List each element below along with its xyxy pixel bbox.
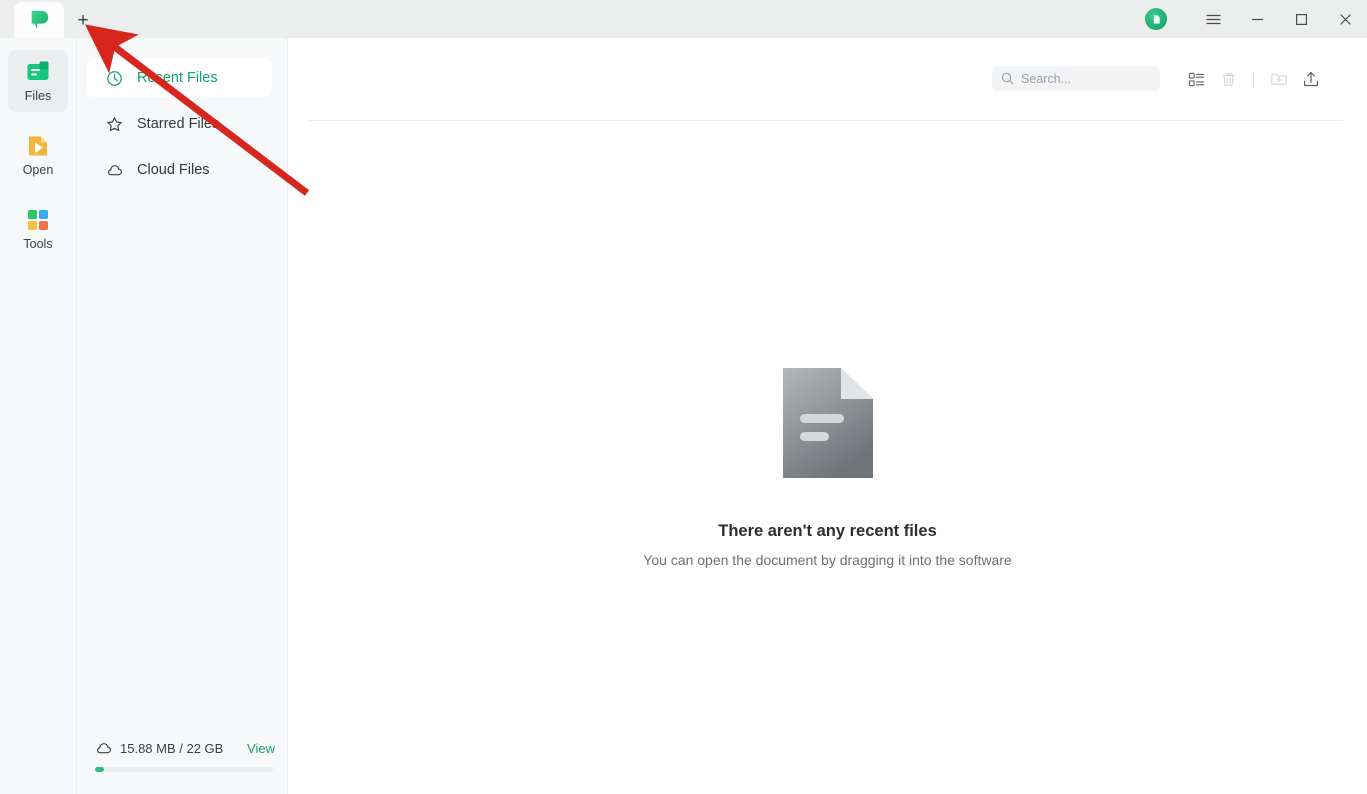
content-toolbar bbox=[288, 38, 1367, 120]
app-window: + Files Open Tools Recent Files Starred … bbox=[0, 0, 1367, 794]
rail-item-label: Open bbox=[22, 163, 54, 178]
new-tab-plus-button[interactable]: + bbox=[72, 9, 94, 31]
app-logo-tab[interactable] bbox=[14, 2, 64, 38]
sidebar-item-label: Starred Files bbox=[137, 116, 220, 132]
empty-state-subtitle: You can open the document by dragging it… bbox=[643, 552, 1012, 568]
toolbar-divider bbox=[1253, 71, 1254, 87]
rail-item-label: Tools bbox=[23, 237, 53, 252]
rail-item-files[interactable]: Files bbox=[8, 50, 68, 112]
open-icon bbox=[25, 133, 51, 159]
storage-view-link[interactable]: View bbox=[247, 741, 275, 756]
storage-progress-fill bbox=[95, 767, 104, 772]
list-view-icon bbox=[1188, 71, 1205, 88]
nav-panel: Recent Files Starred Files Cloud Files 1… bbox=[77, 38, 288, 794]
main-content: There aren't any recent files You can op… bbox=[288, 38, 1367, 794]
toolbar-separator bbox=[308, 120, 1343, 121]
upload-button[interactable] bbox=[1295, 65, 1327, 93]
delete-button[interactable] bbox=[1212, 65, 1244, 93]
minimize-icon bbox=[1250, 12, 1265, 27]
trash-icon bbox=[1220, 71, 1237, 88]
cloud-icon bbox=[95, 740, 112, 757]
rail-item-open[interactable]: Open bbox=[8, 124, 68, 186]
sidebar-item-label: Cloud Files bbox=[137, 162, 210, 178]
rail-item-label: Files bbox=[24, 89, 52, 104]
close-icon bbox=[1338, 12, 1353, 27]
upload-icon bbox=[1302, 70, 1320, 88]
search-input[interactable] bbox=[1021, 71, 1151, 86]
user-avatar-icon bbox=[1151, 14, 1162, 25]
plus-icon: + bbox=[77, 9, 89, 31]
maximize-icon bbox=[1294, 12, 1309, 27]
new-folder-icon bbox=[1270, 70, 1288, 88]
left-rail: Files Open Tools bbox=[0, 38, 77, 794]
search-icon bbox=[1001, 72, 1014, 85]
hamburger-menu-icon bbox=[1205, 11, 1222, 28]
search-box[interactable] bbox=[992, 66, 1160, 91]
user-avatar[interactable] bbox=[1145, 8, 1167, 30]
document-placeholder-icon bbox=[782, 368, 873, 478]
chat-bubble-logo-icon bbox=[28, 9, 50, 31]
storage-usage-text: 15.88 MB / 22 GB bbox=[120, 741, 224, 756]
sidebar-item-recent-files[interactable]: Recent Files bbox=[87, 59, 272, 97]
sidebar-item-label: Recent Files bbox=[137, 70, 218, 86]
clock-icon bbox=[106, 70, 123, 87]
sidebar-item-starred-files[interactable]: Starred Files bbox=[87, 105, 272, 143]
storage-footer: 15.88 MB / 22 GB View bbox=[77, 730, 288, 794]
minimize-button[interactable] bbox=[1235, 0, 1279, 38]
title-bar: + bbox=[0, 0, 1367, 38]
maximize-button[interactable] bbox=[1279, 0, 1323, 38]
empty-state: There aren't any recent files You can op… bbox=[288, 368, 1367, 568]
close-button[interactable] bbox=[1323, 0, 1367, 38]
files-icon bbox=[25, 59, 51, 85]
sidebar-item-cloud-files[interactable]: Cloud Files bbox=[87, 151, 272, 189]
toolbar-buttons bbox=[1180, 65, 1327, 93]
window-controls bbox=[1145, 0, 1367, 38]
storage-row: 15.88 MB / 22 GB View bbox=[95, 740, 275, 757]
cloud-icon bbox=[106, 162, 123, 179]
new-folder-button[interactable] bbox=[1263, 65, 1295, 93]
menu-button[interactable] bbox=[1191, 0, 1235, 38]
empty-state-title: There aren't any recent files bbox=[718, 522, 937, 540]
storage-progress-bar bbox=[95, 767, 273, 772]
tools-icon bbox=[25, 207, 51, 233]
list-view-button[interactable] bbox=[1180, 65, 1212, 93]
rail-item-tools[interactable]: Tools bbox=[8, 198, 68, 260]
star-icon bbox=[106, 116, 123, 133]
